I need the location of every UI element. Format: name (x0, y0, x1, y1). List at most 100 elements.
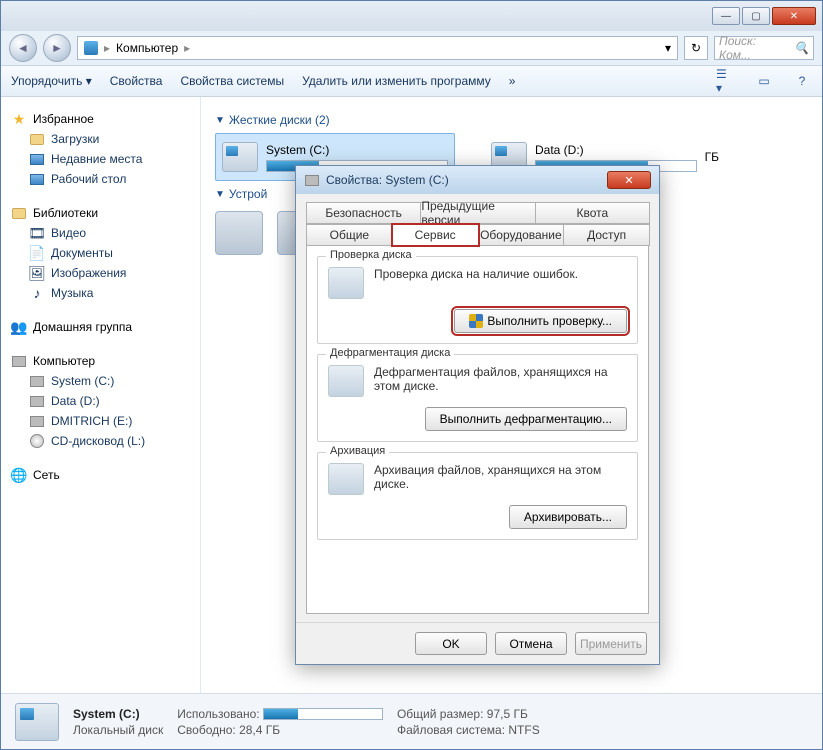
device-item[interactable] (215, 211, 263, 255)
dialog-titlebar[interactable]: Свойства: System (C:) ✕ (296, 166, 659, 194)
sidebar-computer[interactable]: Компьютер (7, 351, 194, 371)
drive-icon (30, 416, 44, 427)
collapse-arrow-icon: ▼ (215, 189, 225, 200)
status-bar: System (C:) Локальный диск Использовано:… (1, 693, 822, 749)
drive-icon (222, 142, 258, 172)
tab-security[interactable]: Безопасность (306, 202, 421, 224)
status-total-label: Общий размер: (397, 707, 483, 721)
preview-pane-button[interactable]: ▭ (754, 71, 774, 91)
apply-button[interactable]: Применить (575, 632, 647, 655)
libraries-icon (12, 208, 26, 219)
sidebar-item-videos[interactable]: 🎞Видео (7, 223, 194, 243)
maximize-button[interactable]: ▢ (742, 7, 770, 25)
shield-icon (469, 314, 483, 328)
breadcrumb-sep-icon: ▸ (104, 41, 110, 55)
tab-quota[interactable]: Квота (535, 202, 650, 224)
pictures-icon: 🖼 (29, 265, 45, 281)
status-drive-name: System (C:) (73, 707, 163, 721)
system-properties-button[interactable]: Свойства системы (180, 74, 284, 88)
sidebar-item-drive-c[interactable]: System (C:) (7, 371, 194, 391)
drive-icon (30, 376, 44, 387)
sidebar-item-music[interactable]: ♪Музыка (7, 283, 194, 303)
toolbar-more[interactable]: » (509, 74, 516, 88)
sidebar-item-documents[interactable]: 📄Документы (7, 243, 194, 263)
ok-button[interactable]: OK (415, 632, 487, 655)
status-fs-value: NTFS (508, 723, 539, 737)
close-button[interactable]: ✕ (772, 7, 816, 25)
tab-tools[interactable]: Сервис (392, 224, 479, 246)
drive-icon (30, 396, 44, 407)
disc-icon (30, 434, 44, 448)
status-fs-label: Файловая система: (397, 723, 505, 737)
backup-group: Архивация Архивация файлов, хранящихся н… (317, 452, 638, 540)
backup-text: Архивация файлов, хранящихся на этом дис… (374, 463, 627, 491)
drive-icon (15, 703, 59, 741)
status-drive-type: Локальный диск (73, 723, 163, 737)
properties-button[interactable]: Свойства (110, 74, 163, 88)
breadcrumb-location[interactable]: Компьютер (116, 41, 178, 55)
check-disk-group: Проверка диска Проверка диска на наличие… (317, 256, 638, 344)
sidebar-item-desktop[interactable]: Рабочий стол (7, 169, 194, 189)
search-icon: 🔍 (794, 41, 809, 55)
breadcrumb-sep-icon: ▸ (184, 41, 190, 55)
dialog-close-button[interactable]: ✕ (607, 171, 651, 189)
nav-forward-button[interactable]: ► (43, 34, 71, 62)
refresh-button[interactable]: ↻ (684, 36, 708, 60)
sidebar-network[interactable]: 🌐Сеть (7, 465, 194, 485)
navigation-sidebar: ★Избранное Загрузки Недавние места Рабоч… (1, 97, 201, 693)
sidebar-item-pictures[interactable]: 🖼Изображения (7, 263, 194, 283)
documents-icon: 📄 (29, 245, 45, 261)
check-now-button[interactable]: Выполнить проверку... (454, 309, 627, 333)
minimize-button[interactable]: — (712, 7, 740, 25)
sidebar-item-cd-drive[interactable]: CD-дисковод (L:) (7, 431, 194, 451)
status-free-value: 28,4 ГБ (239, 723, 280, 737)
sidebar-favorites[interactable]: ★Избранное (7, 109, 194, 129)
status-used-label: Использовано: (177, 707, 259, 721)
nav-back-button[interactable]: ◄ (9, 34, 37, 62)
sidebar-libraries[interactable]: Библиотеки (7, 203, 194, 223)
sidebar-homegroup[interactable]: 👥Домашняя группа (7, 317, 194, 337)
address-bar[interactable]: ▸ Компьютер ▸ ▾ (77, 36, 678, 60)
drive-label: System (C:) (266, 143, 448, 157)
collapse-arrow-icon: ▼ (215, 115, 225, 126)
dialog-button-row: OK Отмена Применить (296, 622, 659, 664)
sidebar-item-recent[interactable]: Недавние места (7, 149, 194, 169)
computer-icon (12, 356, 26, 367)
view-options-button[interactable]: ☰ ▾ (716, 71, 736, 91)
dialog-tabs: Безопасность Предыдущие версии Квота Общ… (296, 194, 659, 246)
drive-suffix: ГБ (705, 150, 719, 164)
drive-icon (305, 175, 319, 186)
sidebar-item-drive-e[interactable]: DMITRICH (E:) (7, 411, 194, 431)
help-button[interactable]: ? (792, 71, 812, 91)
tab-hardware[interactable]: Оборудование (478, 224, 565, 246)
cancel-button[interactable]: Отмена (495, 632, 567, 655)
sidebar-item-downloads[interactable]: Загрузки (7, 129, 194, 149)
star-icon: ★ (11, 111, 27, 127)
uninstall-program-button[interactable]: Удалить или изменить программу (302, 74, 491, 88)
tab-previous-versions[interactable]: Предыдущие версии (420, 202, 535, 224)
dialog-title: Свойства: System (C:) (326, 173, 449, 187)
command-toolbar: Упорядочить ▾ Свойства Свойства системы … (1, 65, 822, 97)
search-placeholder: Поиск: Ком... (719, 34, 790, 62)
backup-button[interactable]: Архивировать... (509, 505, 627, 529)
backup-icon (328, 463, 364, 495)
defrag-icon (328, 365, 364, 397)
sidebar-item-drive-d[interactable]: Data (D:) (7, 391, 194, 411)
properties-dialog: Свойства: System (C:) ✕ Безопасность Пре… (295, 165, 660, 665)
tab-general[interactable]: Общие (306, 224, 393, 246)
navigation-row: ◄ ► ▸ Компьютер ▸ ▾ ↻ Поиск: Ком... 🔍 (1, 31, 822, 65)
status-total-value: 97,5 ГБ (487, 707, 528, 721)
address-dropdown-icon[interactable]: ▾ (665, 41, 671, 55)
organize-menu[interactable]: Упорядочить ▾ (11, 74, 92, 88)
hdd-section-header[interactable]: ▼Жесткие диски (2) (215, 113, 808, 127)
check-disk-text: Проверка диска на наличие ошибок. (374, 267, 627, 281)
recent-icon (30, 154, 44, 165)
search-input[interactable]: Поиск: Ком... 🔍 (714, 36, 814, 60)
backup-legend: Архивация (326, 445, 389, 457)
folder-icon (30, 134, 44, 145)
tab-sharing[interactable]: Доступ (563, 224, 650, 246)
defragment-button[interactable]: Выполнить дефрагментацию... (425, 407, 627, 431)
music-icon: ♪ (29, 285, 45, 301)
window-titlebar: — ▢ ✕ (1, 1, 822, 31)
defrag-legend: Дефрагментация диска (326, 347, 454, 359)
